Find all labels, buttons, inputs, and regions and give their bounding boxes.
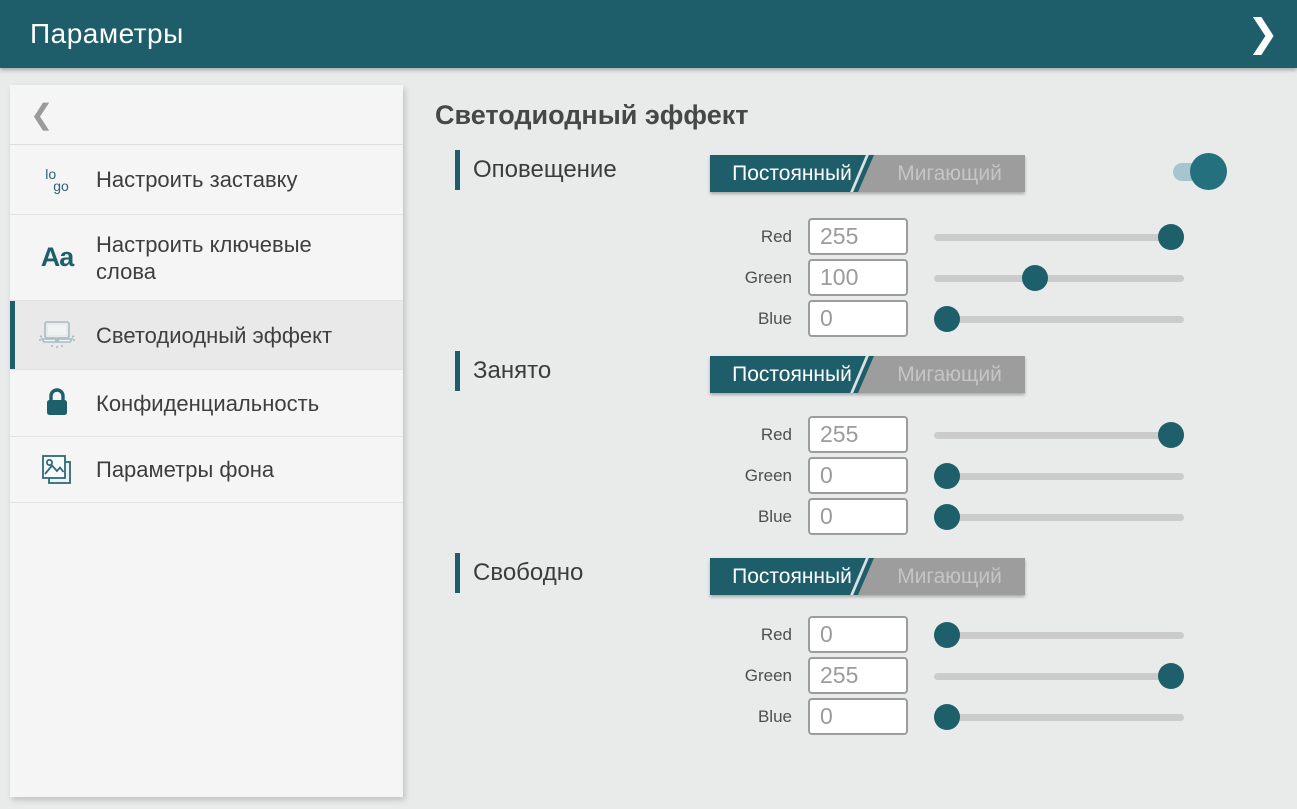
- sidebar-item-label: Настроить заставку: [96, 166, 298, 193]
- green-slider[interactable]: [934, 265, 1184, 291]
- sidebar-item-background[interactable]: Параметры фона: [10, 437, 403, 503]
- green-value-input[interactable]: [808, 657, 908, 694]
- channel-label: Blue: [700, 707, 792, 727]
- sidebar-item-label: Светодиодный эффект: [96, 322, 332, 349]
- slider-track[interactable]: [934, 234, 1184, 241]
- blue-slider[interactable]: [934, 306, 1184, 332]
- red-slider[interactable]: [934, 622, 1184, 648]
- channel-label: Blue: [700, 507, 792, 527]
- sidebar-collapse-button[interactable]: ❮: [10, 85, 403, 145]
- slider-track[interactable]: [934, 632, 1184, 639]
- rgb-channels-busy: Red Green Blue: [700, 414, 1200, 537]
- green-slider[interactable]: [934, 663, 1184, 689]
- channel-label: Green: [700, 666, 792, 686]
- rgb-channels-notification: Red Green Blue: [700, 216, 1200, 339]
- channel-label: Red: [700, 227, 792, 247]
- background-images-icon: [34, 453, 80, 487]
- chevron-right-icon[interactable]: ❯: [1247, 15, 1279, 53]
- channel-label: Blue: [700, 309, 792, 329]
- channel-row-green: Green: [700, 257, 1200, 298]
- green-value-input[interactable]: [808, 259, 908, 296]
- mode-segmented-control-free[interactable]: Постоянный Мигающий: [710, 558, 1025, 595]
- section-label: Оповещение: [473, 156, 617, 184]
- channel-label: Red: [700, 625, 792, 645]
- sidebar-item-keywords[interactable]: Aa Настроить ключевые слова: [10, 215, 403, 301]
- channel-label: Red: [700, 425, 792, 445]
- slider-track[interactable]: [934, 514, 1184, 521]
- slider-track[interactable]: [934, 473, 1184, 480]
- blue-slider[interactable]: [934, 704, 1184, 730]
- channel-row-red: Red: [700, 614, 1200, 655]
- slider-track[interactable]: [934, 432, 1184, 439]
- mode-segmented-control-busy[interactable]: Постоянный Мигающий: [710, 356, 1025, 393]
- sidebar-item-label: Конфиденциальность: [96, 390, 319, 417]
- keywords-aa-icon: Aa: [34, 242, 80, 273]
- slider-track[interactable]: [934, 714, 1184, 721]
- section-header-busy: Занято: [455, 350, 551, 392]
- slider-track[interactable]: [934, 275, 1184, 282]
- slider-thumb[interactable]: [934, 704, 960, 730]
- channel-row-blue: Blue: [700, 496, 1200, 537]
- app-header: Параметры ❯: [0, 0, 1297, 68]
- led-display-icon: [34, 319, 80, 351]
- green-slider[interactable]: [934, 463, 1184, 489]
- channel-label: Green: [700, 466, 792, 486]
- red-slider[interactable]: [934, 224, 1184, 250]
- section-header-notification: Оповещение: [455, 149, 617, 191]
- slider-thumb[interactable]: [1022, 265, 1048, 291]
- settings-sidebar: ❮ logo Настроить заставку Aa Настроить к…: [10, 85, 403, 797]
- mode-option-constant[interactable]: Постоянный: [710, 155, 874, 192]
- slider-track[interactable]: [934, 673, 1184, 680]
- section-label: Занято: [473, 357, 551, 385]
- channel-row-blue: Blue: [700, 298, 1200, 339]
- blue-slider[interactable]: [934, 504, 1184, 530]
- mode-option-constant[interactable]: Постоянный: [710, 356, 874, 393]
- channel-row-green: Green: [700, 655, 1200, 696]
- section-label: Свободно: [473, 559, 583, 587]
- channel-label: Green: [700, 268, 792, 288]
- chevron-left-icon: ❮: [30, 98, 53, 131]
- channel-row-green: Green: [700, 455, 1200, 496]
- slider-thumb[interactable]: [934, 504, 960, 530]
- toggle-thumb: [1190, 153, 1227, 190]
- sidebar-item-label: Настроить ключевые слова: [96, 231, 376, 285]
- slider-thumb[interactable]: [934, 306, 960, 332]
- page-title: Параметры: [0, 18, 184, 50]
- mode-option-blinking[interactable]: Мигающий: [874, 558, 1025, 595]
- slider-thumb[interactable]: [934, 463, 960, 489]
- blue-value-input[interactable]: [808, 300, 908, 337]
- green-value-input[interactable]: [808, 457, 908, 494]
- red-value-input[interactable]: [808, 218, 908, 255]
- blue-value-input[interactable]: [808, 498, 908, 535]
- section-accent-bar: [455, 150, 460, 190]
- channel-row-blue: Blue: [700, 696, 1200, 737]
- sidebar-item-privacy[interactable]: Конфиденциальность: [10, 370, 403, 437]
- mode-option-blinking[interactable]: Мигающий: [874, 155, 1025, 192]
- lock-icon: [34, 387, 80, 419]
- rgb-channels-free: Red Green Blue: [700, 614, 1200, 737]
- slider-thumb[interactable]: [1158, 663, 1184, 689]
- section-accent-bar: [455, 351, 460, 391]
- mode-option-constant[interactable]: Постоянный: [710, 558, 874, 595]
- section-header-free: Свободно: [455, 552, 583, 594]
- sidebar-item-screensaver[interactable]: logo Настроить заставку: [10, 145, 403, 215]
- slider-thumb[interactable]: [1158, 422, 1184, 448]
- red-value-input[interactable]: [808, 616, 908, 653]
- section-accent-bar: [455, 553, 460, 593]
- channel-row-red: Red: [700, 216, 1200, 257]
- logo-icon: logo: [34, 168, 80, 192]
- slider-track[interactable]: [934, 316, 1184, 323]
- channel-row-red: Red: [700, 414, 1200, 455]
- red-slider[interactable]: [934, 422, 1184, 448]
- blue-value-input[interactable]: [808, 698, 908, 735]
- slider-thumb[interactable]: [934, 622, 960, 648]
- sidebar-item-led-effect[interactable]: Светодиодный эффект: [10, 301, 403, 370]
- mode-segmented-control-notification[interactable]: Постоянный Мигающий: [710, 155, 1025, 192]
- sidebar-item-label: Параметры фона: [96, 456, 274, 483]
- content-title: Светодиодный эффект: [435, 100, 748, 131]
- slider-thumb[interactable]: [1158, 224, 1184, 250]
- red-value-input[interactable]: [808, 416, 908, 453]
- mode-option-blinking[interactable]: Мигающий: [874, 356, 1025, 393]
- notification-power-toggle[interactable]: [1172, 153, 1228, 191]
